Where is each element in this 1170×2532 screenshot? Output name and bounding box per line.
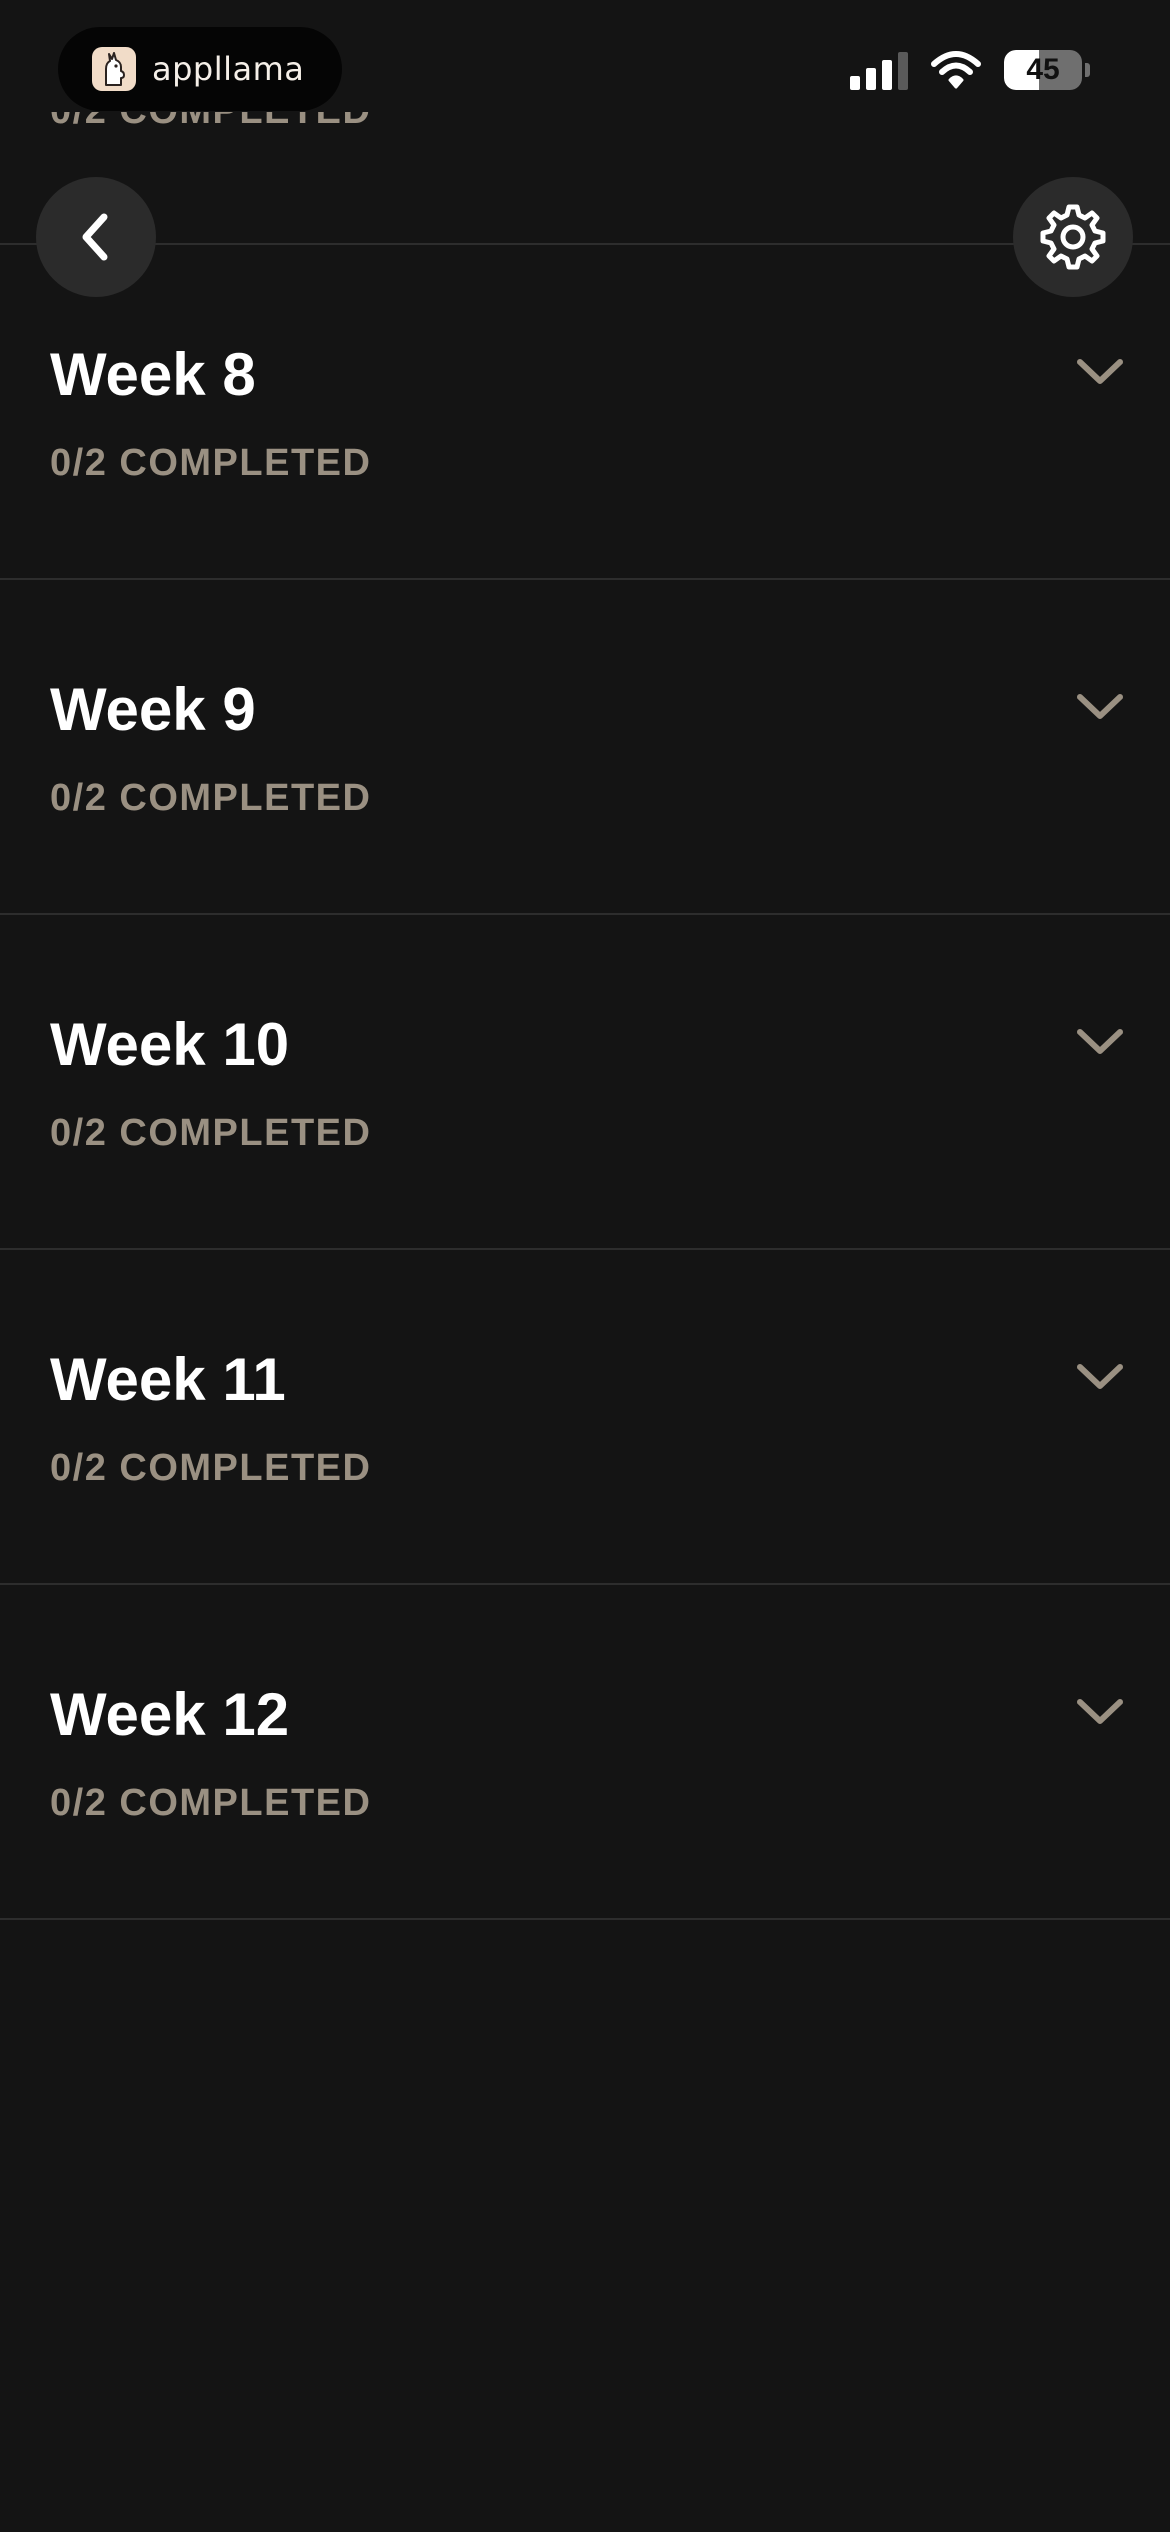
- battery-icon: 45: [1004, 50, 1090, 90]
- week-row-8[interactable]: Week 8 0/2 COMPLETED: [0, 245, 1170, 580]
- chevron-down-icon[interactable]: [1075, 357, 1125, 387]
- chevron-down-icon[interactable]: [1075, 692, 1125, 722]
- status-bar: appllama 45: [0, 0, 1170, 140]
- status-icons: 45: [850, 50, 1090, 90]
- screen: appllama 45 0/2 C: [0, 0, 1170, 2532]
- week-list: Week 8 0/2 COMPLETED Week 9 0/2 COMPLETE…: [0, 245, 1170, 1920]
- week-progress: 0/2 COMPLETED: [50, 1112, 372, 1154]
- week-row-9[interactable]: Week 9 0/2 COMPLETED: [0, 580, 1170, 915]
- llama-logo-icon: [92, 47, 136, 91]
- week-title: Week 12: [50, 1681, 290, 1748]
- week-progress: 0/2 COMPLETED: [50, 442, 372, 484]
- app-name: appllama: [152, 50, 305, 88]
- back-button[interactable]: [36, 177, 156, 297]
- week-title: Week 11: [50, 1346, 286, 1413]
- chevron-down-icon[interactable]: [1075, 1362, 1125, 1392]
- settings-button[interactable]: [1013, 177, 1133, 297]
- week-progress: 0/2 COMPLETED: [50, 777, 372, 819]
- gear-icon: [1040, 204, 1106, 270]
- chevron-down-icon[interactable]: [1075, 1027, 1125, 1057]
- week-title: Week 9: [50, 676, 256, 743]
- week-row-12[interactable]: Week 12 0/2 COMPLETED: [0, 1585, 1170, 1920]
- week-title: Week 10: [50, 1011, 290, 1078]
- week-progress: 0/2 COMPLETED: [50, 1447, 372, 1489]
- battery-percentage: 45: [1026, 53, 1060, 86]
- week-row-11[interactable]: Week 11 0/2 COMPLETED: [0, 1250, 1170, 1585]
- chevron-down-icon[interactable]: [1075, 1697, 1125, 1727]
- cellular-signal-icon: [850, 50, 908, 90]
- wifi-icon: [931, 51, 981, 89]
- app-indicator-pill[interactable]: appllama: [58, 27, 342, 111]
- chevron-left-icon: [82, 213, 108, 261]
- week-title: Week 8: [50, 341, 256, 408]
- week-progress: 0/2 COMPLETED: [50, 1782, 372, 1824]
- week-row-10[interactable]: Week 10 0/2 COMPLETED: [0, 915, 1170, 1250]
